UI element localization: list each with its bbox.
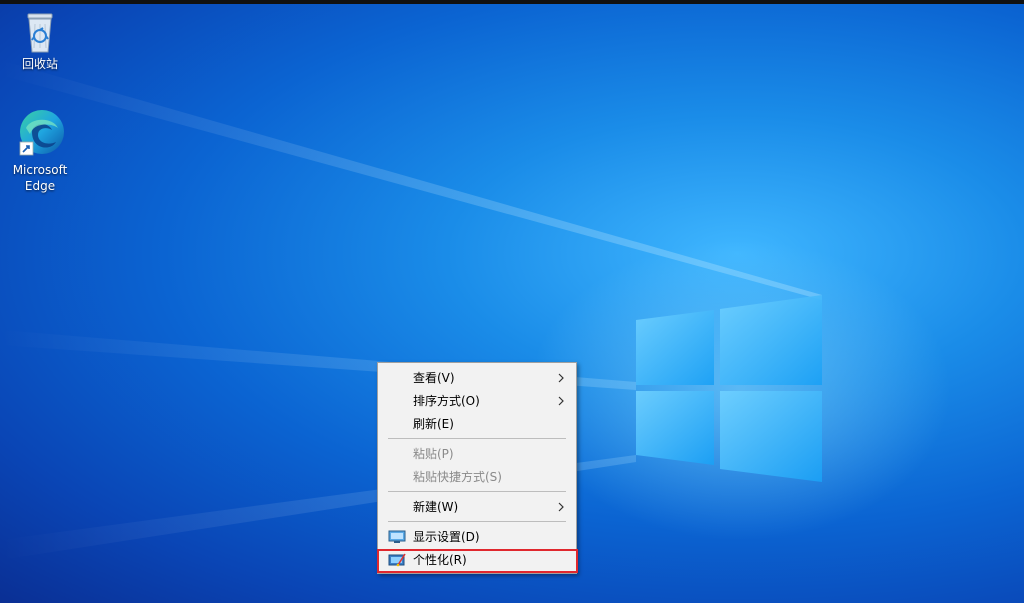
- desktop-context-menu: 查看(V) 排序方式(O) 刷新(E) 粘贴(P) 粘贴快捷方式(S) 新建(W…: [377, 362, 577, 574]
- personalize-icon: [388, 553, 406, 567]
- desktop-icon-edge[interactable]: Microsoft Edge: [2, 108, 78, 194]
- display-settings-icon: [388, 530, 406, 543]
- recycle-bin-icon: [27, 13, 53, 53]
- menu-separator: [388, 491, 566, 492]
- menu-item-label: 刷新(E): [413, 417, 454, 431]
- menu-item-new[interactable]: 新建(W): [380, 496, 574, 518]
- menu-separator: [388, 521, 566, 522]
- chevron-right-icon: [558, 373, 564, 383]
- chevron-right-icon: [558, 502, 564, 512]
- menu-item-label: 查看(V): [413, 371, 455, 385]
- menu-item-paste-shortcut: 粘贴快捷方式(S): [380, 466, 574, 488]
- menu-item-label: 新建(W): [413, 500, 459, 514]
- desktop[interactable]: 回收站 Microsoft Edge 查看(V) 排序方式(O) 刷新(E) 粘…: [0, 0, 1024, 603]
- menu-item-view[interactable]: 查看(V): [380, 367, 574, 389]
- menu-item-label: 粘贴快捷方式(S): [413, 470, 502, 484]
- menu-item-display-settings[interactable]: 显示设置(D): [380, 526, 574, 548]
- menu-separator: [388, 438, 566, 439]
- menu-item-label: 排序方式(O): [413, 394, 480, 408]
- menu-item-label: 个性化(R): [413, 553, 467, 567]
- menu-item-label: 粘贴(P): [413, 447, 454, 461]
- desktop-icon-recycle-bin[interactable]: 回收站: [2, 10, 78, 72]
- menu-item-refresh[interactable]: 刷新(E): [380, 413, 574, 435]
- desktop-icon-label: 回收站: [21, 57, 58, 71]
- edge-icon: [19, 110, 64, 156]
- chevron-right-icon: [558, 396, 564, 406]
- menu-item-sort-by[interactable]: 排序方式(O): [380, 390, 574, 412]
- menu-item-personalize[interactable]: 个性化(R): [380, 549, 574, 571]
- menu-item-paste: 粘贴(P): [380, 443, 574, 465]
- menu-item-label: 显示设置(D): [413, 530, 480, 544]
- desktop-icon-label: Microsoft Edge: [12, 163, 68, 193]
